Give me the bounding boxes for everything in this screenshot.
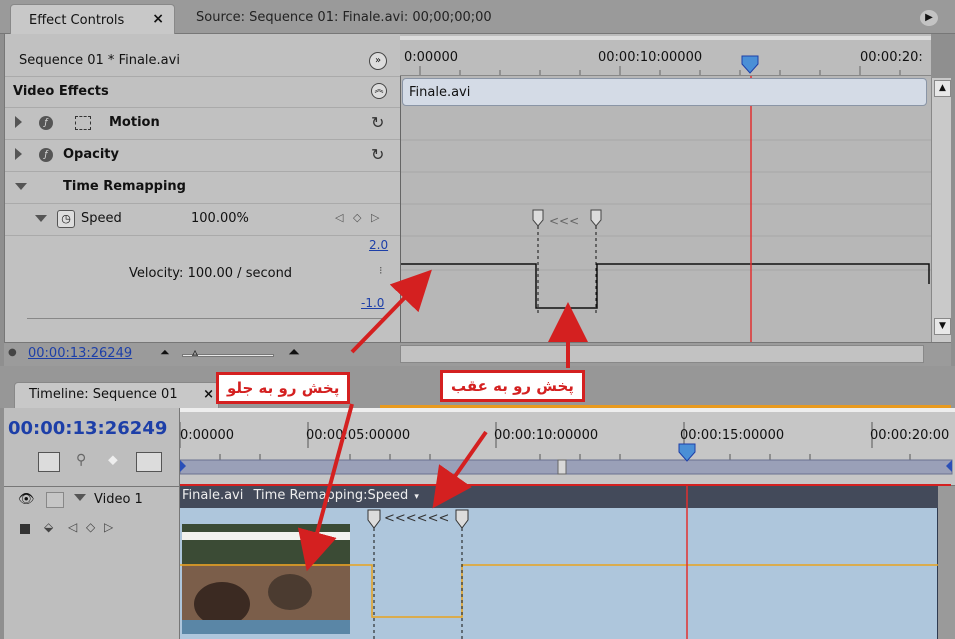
arrow-to-clip-reverse bbox=[432, 430, 488, 509]
callout-forward: پخش رو به جلو bbox=[216, 372, 351, 404]
callout-reverse: پخش رو به عقب bbox=[440, 370, 585, 402]
annotation-arrows bbox=[297, 269, 588, 572]
arrow-to-clip-forward bbox=[297, 403, 354, 572]
arrow-to-velocity-forward bbox=[350, 269, 432, 354]
